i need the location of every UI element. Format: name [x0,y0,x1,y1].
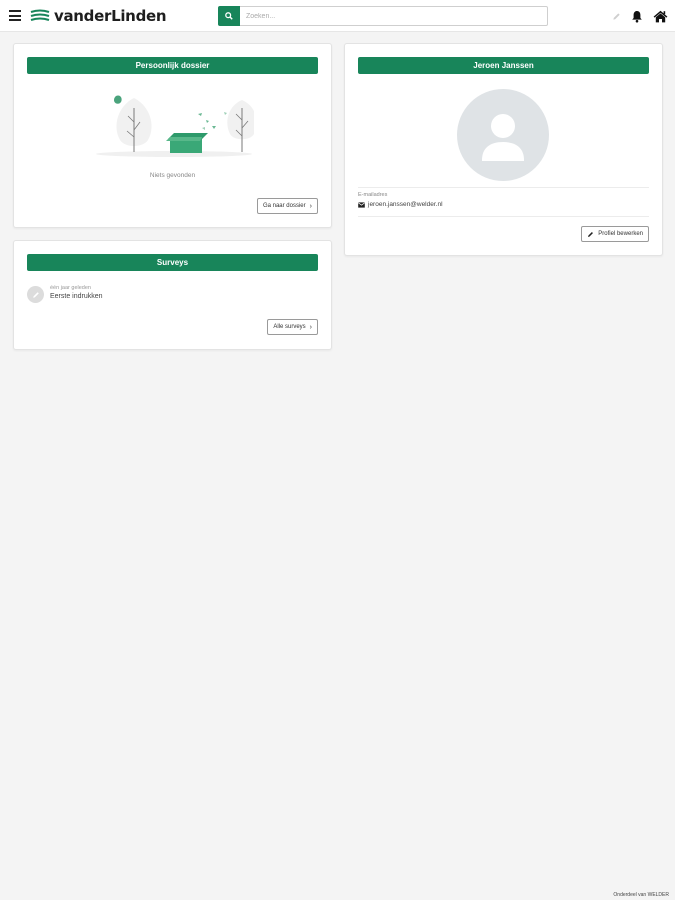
dossier-card: Persoonlijk dossier Niets gevonden Ga na… [13,43,332,228]
pencil-icon [32,291,39,298]
edit-profile-button[interactable]: Profiel bewerken [581,226,649,242]
pencil-icon [588,231,594,237]
surveys-card-title: Surveys [27,254,318,271]
search-bar [218,6,548,26]
email-label: E-mailadres [358,192,388,198]
search-button[interactable] [218,6,240,26]
dossier-card-title: Persoonlijk dossier [27,57,318,74]
profile-name: Jeroen Janssen [358,57,649,74]
bell-icon[interactable] [631,10,643,23]
brand-logo[interactable]: vanderLinden [30,6,167,26]
surveys-card: Surveys één jaar geleden Eerste indrukke… [13,240,332,350]
home-icon[interactable] [653,10,668,23]
envelope-icon [358,201,365,208]
email-row: jeroen.janssen@welder.nl [358,201,443,208]
top-bar: vanderLinden [0,0,675,32]
all-surveys-button[interactable]: Alle surveys › [267,319,318,335]
divider [358,187,649,188]
goto-dossier-label: Ga naar dossier [262,203,306,209]
user-icon [482,114,524,161]
empty-state-text: Niets gevonden [149,172,196,179]
survey-avatar [27,286,44,303]
survey-title: Eerste indrukken [50,293,103,300]
survey-list-item[interactable]: één jaar geleden Eerste indrukken [27,284,103,303]
top-actions [612,8,668,24]
profile-card: Jeroen Janssen E-mailadres jeroen.jansse… [344,43,663,256]
chevron-right-icon: › [309,323,312,331]
all-surveys-label: Alle surveys [273,324,306,330]
search-input[interactable] [240,6,548,26]
menu-icon[interactable] [9,10,21,21]
brand-name: vanderLinden [54,7,167,25]
chevron-right-icon: › [309,202,312,210]
email-value: jeroen.janssen@welder.nl [368,201,443,208]
logo-mark-icon [30,9,50,21]
survey-time: één jaar geleden [50,285,91,291]
goto-dossier-button[interactable]: Ga naar dossier › [256,198,318,214]
search-icon [225,12,233,20]
divider [358,216,649,217]
edit-profile-label: Profiel bewerken [598,231,643,237]
footer-text: Onderdeel van WELDER [613,892,669,898]
avatar [457,89,549,181]
empty-box-illustration [96,95,254,157]
pencil-icon[interactable] [612,12,621,21]
